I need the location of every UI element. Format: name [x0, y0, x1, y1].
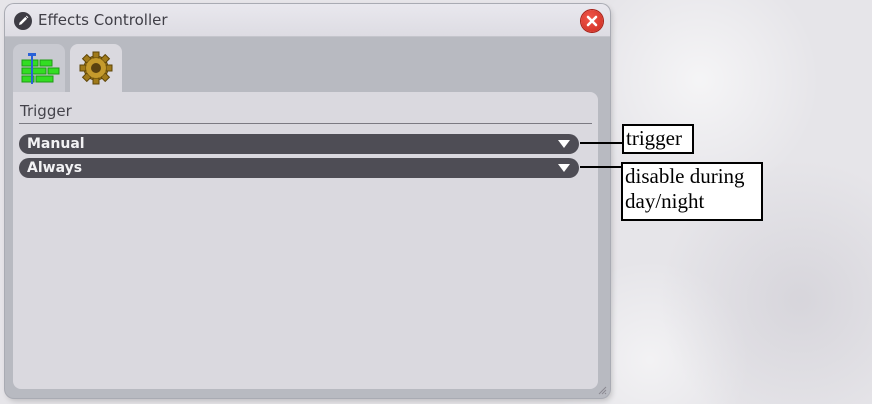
pencil-icon: [14, 12, 32, 30]
tab-timeline[interactable]: [13, 44, 65, 93]
annotation-trigger: trigger: [622, 124, 694, 154]
chevron-down-icon: [558, 164, 570, 172]
annotation-day-night: disable during day/night: [621, 162, 763, 221]
trigger-dropdown[interactable]: Manual: [19, 134, 579, 154]
chevron-down-icon: [558, 140, 570, 148]
trigger-dropdown-value: Manual: [27, 136, 85, 152]
annotation-leader-line: [580, 166, 623, 168]
effects-controller-window: Effects Controller Trigger Manual Always: [5, 4, 610, 398]
title-bar[interactable]: Effects Controller: [5, 4, 610, 37]
day-night-dropdown-value: Always: [27, 160, 83, 176]
resize-grip-icon[interactable]: [597, 385, 607, 395]
gear-icon: [79, 51, 113, 85]
close-button[interactable]: [581, 10, 603, 32]
annotation-leader-line: [580, 142, 623, 144]
window-title: Effects Controller: [38, 11, 168, 29]
settings-panel: Trigger Manual Always: [13, 92, 598, 389]
section-title-trigger: Trigger: [20, 102, 72, 120]
section-divider: [19, 123, 592, 124]
annotation-trigger-text: trigger: [626, 126, 682, 150]
day-night-dropdown[interactable]: Always: [19, 158, 579, 178]
close-icon: [586, 15, 598, 27]
annotation-day-night-text: disable during day/night: [625, 164, 745, 213]
timeline-icon: [21, 53, 60, 84]
tab-settings[interactable]: [70, 44, 122, 97]
